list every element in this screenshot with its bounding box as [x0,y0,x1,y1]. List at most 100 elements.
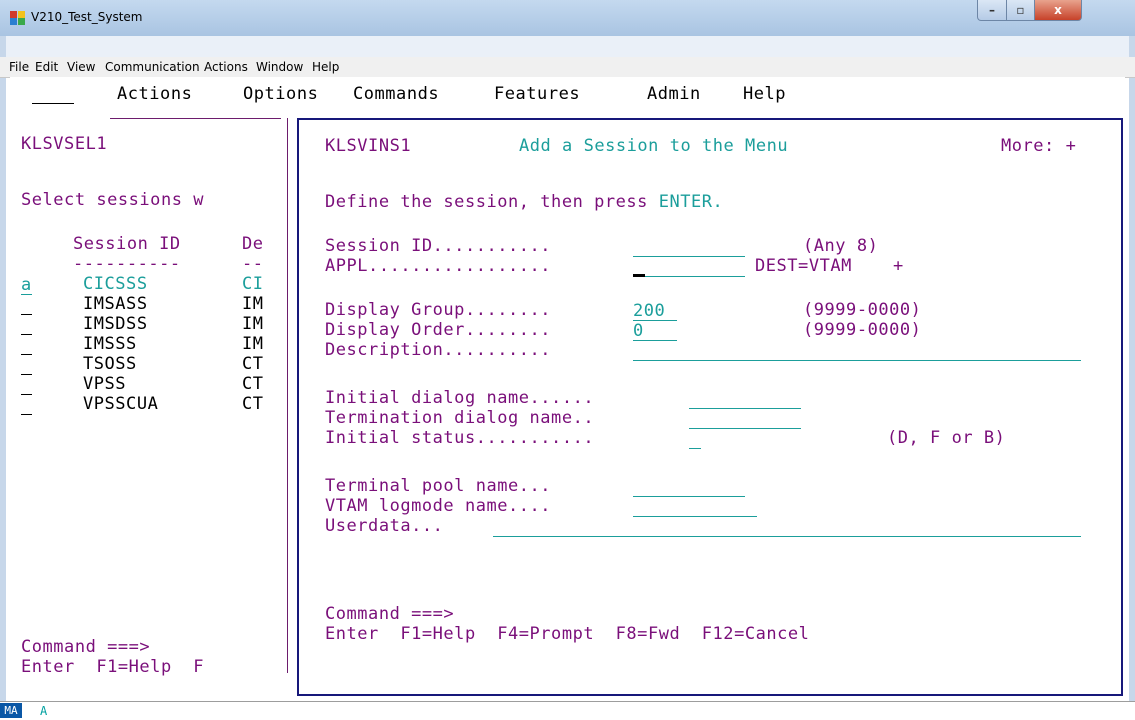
menu-edit[interactable]: Edit [35,60,58,74]
session-desc-cell: CT [242,354,264,374]
session-id-cell: VPSS [83,374,127,394]
session-id-cell: CICSSS [83,274,148,294]
left-command-label: Command ===> [21,637,151,657]
row-selection-field[interactable] [21,376,32,395]
window-frame-right [1129,36,1135,701]
row-selection-field[interactable] [21,316,32,335]
initial-status-hint: (D, F or B) [887,428,1006,448]
display-group-label: Display Group........ [325,300,552,320]
menu-window[interactable]: Window [256,60,303,74]
session-desc-cell: IM [242,314,264,334]
menu-communication[interactable]: Communication [105,60,200,74]
session-desc-cell: CT [242,374,264,394]
app-icon[interactable] [10,11,26,25]
left-function-keys[interactable]: Enter F1=Help F [21,657,204,677]
col-header-description: De [242,234,264,254]
menu-bar: File Edit View Communication Actions Win… [0,57,1135,78]
terminal-pool-label: Terminal pool name... [325,476,552,496]
appl-label: APPL................. [325,256,552,276]
session-id-cell: IMSSS [83,334,137,354]
left-panel-instruction: Select sessions w [21,190,205,210]
dialog-instruction-text: Define the session, then press [325,192,659,212]
action-bar-actions[interactable]: Actions [117,84,192,104]
menu-actions[interactable]: Actions [204,60,248,74]
termination-dialog-label: Termination dialog name.. [325,408,595,428]
row-selection-field[interactable] [21,356,32,375]
col-header-session-id: Session ID [73,234,181,254]
initial-dialog-input[interactable] [689,390,801,409]
initial-status-input[interactable] [689,430,701,449]
description-label: Description.......... [325,340,552,360]
session-id-cell: IMSASS [83,294,148,314]
oia-session-indicator: MA [0,703,22,718]
col-header-desc-dashes: -- [242,254,264,274]
dialog-command-label: Command ===> [325,604,455,624]
session-id-cell: IMSDSS [83,314,148,334]
session-desc-cell: IM [242,334,264,354]
action-bar-features[interactable]: Features [494,84,580,104]
dialog-panel-id: KLSVINS1 [325,136,412,156]
appl-input[interactable] [633,258,745,277]
description-input[interactable] [633,342,1081,361]
appl-prompt-indicator[interactable]: + [893,256,904,276]
dialog-more-indicator[interactable]: More: + [1001,136,1076,156]
dialog-instruction-key: ENTER. [658,192,724,212]
row-selection-field[interactable]: a [21,276,32,295]
initial-dialog-label: Initial dialog name...... [325,388,595,408]
session-desc-cell: IM [242,294,264,314]
minimize-button[interactable]: – [977,0,1007,21]
action-bar-separator [110,118,281,119]
dialog-title: Add a Session to the Menu [519,136,789,156]
panel-divider [287,118,288,673]
session-id-label: Session ID........... [325,236,552,256]
action-bar-options[interactable]: Options [243,84,318,104]
session-id-hint: (Any 8) [803,236,879,256]
row-selection-field[interactable] [21,396,32,415]
close-icon: x [1054,3,1062,17]
vtam-logmode-input[interactable] [633,498,757,517]
session-id-cell: TSOSS [83,354,137,374]
toolbar-strip [6,36,1129,58]
appl-dest: DEST=VTAM [755,256,852,276]
row-selection-field[interactable] [21,336,32,355]
dialog-instruction: Define the session, then press ENTER. [325,192,723,212]
userdata-input[interactable] [493,518,1081,537]
initial-status-label: Initial status........... [325,428,595,448]
row-selection-field[interactable] [21,296,32,315]
display-order-input[interactable]: 0 [633,322,677,341]
oia-connection-indicator: A [40,704,48,718]
maximize-button[interactable]: ▫ [1006,0,1035,21]
close-button[interactable]: x [1034,0,1082,21]
menu-help[interactable]: Help [312,60,339,74]
status-bar: MA A [0,701,1135,720]
menu-view[interactable]: View [67,60,95,74]
action-bar-field[interactable] [32,85,74,104]
action-bar-admin[interactable]: Admin [647,84,701,104]
session-id-cell: VPSSCUA [83,394,159,414]
session-id-input[interactable] [633,238,745,257]
action-bar-commands[interactable]: Commands [353,84,439,104]
maximize-icon: ▫ [1016,3,1025,17]
add-session-dialog: KLSVINS1 Add a Session to the Menu More:… [297,118,1123,696]
terminal-pool-input[interactable] [633,478,745,497]
dialog-function-keys[interactable]: Enter F1=Help F4=Prompt F8=Fwd F12=Cance… [325,624,809,644]
vtam-logmode-label: VTAM logmode name.... [325,496,552,516]
window-frame-left [0,36,6,701]
display-group-input[interactable]: 200 [633,302,677,321]
title-bar: V210_Test_System – ▫ x [0,0,1135,37]
text-cursor [633,274,645,277]
minimize-icon: – [989,3,995,17]
display-order-label: Display Order........ [325,320,552,340]
termination-dialog-input[interactable] [689,410,801,429]
display-order-hint: (9999-0000) [803,320,922,340]
col-header-session-dashes: ---------- [73,254,181,274]
left-panel-id: KLSVSEL1 [21,134,108,154]
terminal-screen[interactable]: Actions Options Commands Features Admin … [10,77,1125,701]
action-bar-help[interactable]: Help [743,84,786,104]
window-title: V210_Test_System [31,10,143,24]
session-desc-cell: CT [242,394,264,414]
display-group-hint: (9999-0000) [803,300,922,320]
userdata-label: Userdata... [325,516,444,536]
menu-file[interactable]: File [9,60,29,74]
session-desc-cell: CI [242,274,264,294]
